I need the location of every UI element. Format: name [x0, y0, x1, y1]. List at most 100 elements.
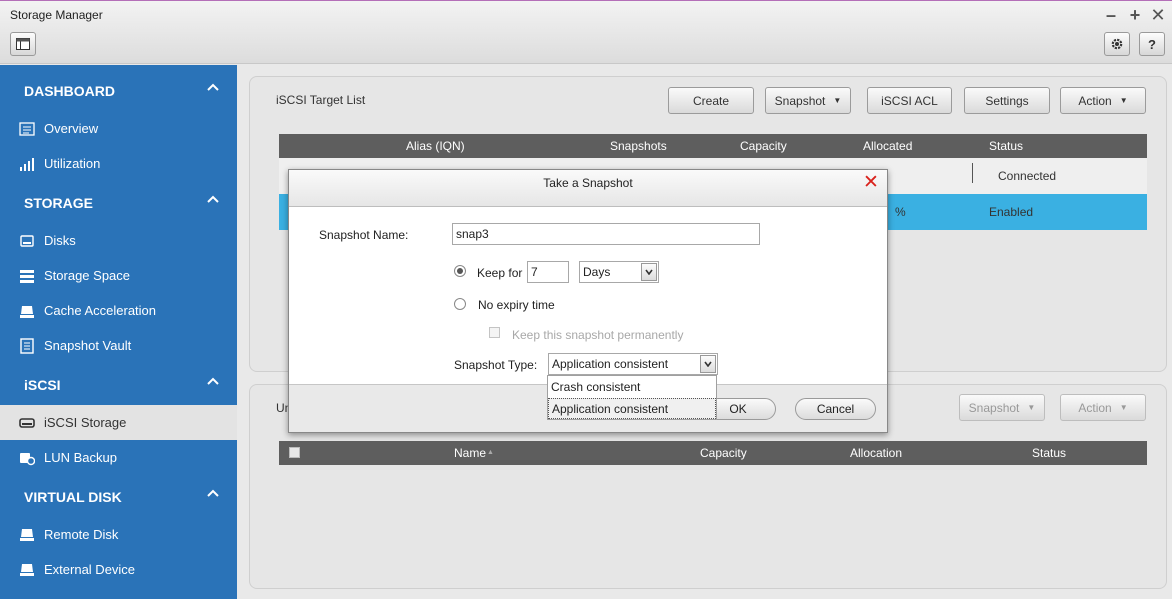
col-snapshots[interactable]: Snapshots [610, 139, 667, 153]
app-title: Storage Manager [10, 8, 103, 22]
col-capacity[interactable]: Capacity [700, 446, 747, 460]
col-status[interactable]: Status [989, 139, 1023, 153]
option-application-consistent[interactable]: Application consistent [548, 398, 716, 419]
cancel-button[interactable]: Cancel [795, 398, 876, 420]
sidebar-item-utilization[interactable]: Utilization [0, 146, 237, 181]
keep-for-input[interactable] [527, 261, 569, 283]
section-virtual-disk[interactable]: VIRTUAL DISK [0, 479, 237, 515]
dialog-title: Take a Snapshot [543, 176, 633, 190]
sort-asc-icon: ▲ [487, 449, 494, 456]
section-dashboard[interactable]: DASHBOARD [0, 73, 237, 109]
sidebar-item-lun-backup[interactable]: LUN Backup [0, 440, 237, 475]
gear-icon [1111, 38, 1123, 50]
select-all-checkbox[interactable] [289, 447, 300, 458]
chevron-down-icon [700, 355, 716, 373]
col-allocated[interactable]: Allocated [863, 139, 912, 153]
backup-icon [20, 453, 35, 466]
row-status: Enabled [989, 205, 1034, 219]
settings-tab-button[interactable]: Settings [964, 87, 1050, 114]
row-status: Connected [998, 169, 1057, 183]
action-button[interactable]: Action ▼ [1060, 87, 1146, 114]
iscsi-storage-icon [19, 418, 35, 428]
sidebar-item-disks[interactable]: Disks [0, 223, 237, 258]
sidebar-item-remote-disk[interactable]: Remote Disk [0, 517, 237, 552]
keep-for-radio[interactable] [454, 265, 466, 277]
help-icon: ? [1148, 36, 1156, 52]
panel-title: iSCSI Target List [276, 93, 366, 107]
sidebar-item-snapshot-vault[interactable]: Snapshot Vault [0, 328, 237, 363]
sidebar-item-label: Storage Space [44, 268, 131, 283]
keep-unit-select[interactable]: Days [579, 261, 659, 283]
snapshot-type-dropdown: Crash consistent Application consistent [547, 375, 717, 420]
caret-down-icon: ▼ [1119, 403, 1128, 412]
chevron-up-icon [207, 195, 219, 203]
cache-icon [20, 306, 34, 318]
sidebar-item-iscsi-storage[interactable]: iSCSI Storage [0, 405, 237, 440]
lun-table-header: Name ▲ Capacity Allocation Status [279, 441, 1147, 465]
vault-icon [20, 338, 34, 354]
section-title: DASHBOARD [24, 83, 115, 99]
iscsi-acl-button[interactable]: iSCSI ACL [867, 87, 952, 114]
bar-chart-icon [20, 158, 34, 171]
layout-toggle-button[interactable] [10, 32, 36, 56]
maximize-icon[interactable]: + [1126, 5, 1144, 26]
sidebar-item-label: LUN Backup [44, 450, 117, 465]
disk-icon [20, 235, 34, 247]
external-device-icon [20, 564, 34, 576]
col-alias[interactable]: Alias (IQN) [406, 139, 465, 153]
section-title: VIRTUAL DISK [24, 489, 122, 505]
keep-for-label: Keep for [477, 266, 523, 280]
row-allocated: % [895, 205, 906, 219]
keep-permanently-label: Keep this snapshot permanently [512, 328, 684, 342]
close-icon[interactable]: ✕ [863, 171, 879, 194]
chevron-up-icon [207, 377, 219, 385]
sidebar-item-label: Overview [44, 121, 99, 136]
lun-action-button[interactable]: Action ▼ [1060, 394, 1146, 421]
help-button[interactable]: ? [1139, 32, 1165, 56]
sidebar-item-label: Remote Disk [44, 527, 119, 542]
section-iscsi[interactable]: iSCSI [0, 367, 237, 403]
snapshot-type-label: Snapshot Type: [454, 358, 538, 372]
option-crash-consistent[interactable]: Crash consistent [548, 377, 716, 398]
sidebar-item-label: Disks [44, 233, 76, 248]
snapshot-name-label: Snapshot Name: [319, 228, 409, 242]
col-status[interactable]: Status [1032, 446, 1066, 460]
sidebar-item-label: Utilization [44, 156, 101, 171]
chevron-down-icon [641, 263, 657, 281]
col-allocation[interactable]: Allocation [850, 446, 902, 460]
sidebar: DASHBOARD Overview Utilization STORAGE D… [0, 65, 237, 599]
snapshot-name-input[interactable] [452, 223, 760, 245]
caret-down-icon: ▼ [1119, 96, 1128, 105]
sidebar-item-external-device[interactable]: External Device [0, 552, 237, 587]
sidebar-item-storage-space[interactable]: Storage Space [0, 258, 237, 293]
create-button[interactable]: Create [668, 87, 754, 114]
sidebar-item-label: Snapshot Vault [44, 338, 132, 353]
sidebar-item-overview[interactable]: Overview [0, 111, 237, 146]
list-icon [19, 122, 35, 136]
close-window-icon[interactable]: ✕ [1149, 5, 1167, 26]
snapshot-type-value: Application consistent [552, 357, 669, 371]
no-expiry-radio[interactable] [454, 298, 466, 310]
sidebar-item-label: iSCSI Storage [44, 415, 127, 430]
dialog-header: Take a Snapshot ✕ [289, 170, 887, 207]
remote-disk-icon [20, 529, 34, 541]
chevron-up-icon [207, 83, 219, 91]
minimize-icon[interactable]: – [1102, 5, 1120, 26]
lun-snapshot-button[interactable]: Snapshot ▼ [959, 394, 1045, 421]
settings-button[interactable] [1104, 32, 1130, 56]
snapshot-button[interactable]: Snapshot ▼ [765, 87, 851, 114]
sidebar-item-label: External Device [44, 562, 136, 577]
section-title: iSCSI [24, 377, 61, 393]
sidebar-item-cache-acceleration[interactable]: Cache Acceleration [0, 293, 237, 328]
col-name[interactable]: Name [454, 446, 486, 460]
section-storage[interactable]: STORAGE [0, 185, 237, 221]
caret-down-icon: ▼ [833, 96, 842, 105]
chevron-up-icon [207, 489, 219, 497]
snapshot-type-select[interactable]: Application consistent [548, 353, 718, 375]
section-title: STORAGE [24, 195, 93, 211]
sidebar-item-label: Cache Acceleration [44, 303, 157, 318]
storage-space-icon [20, 270, 34, 283]
keep-permanently-checkbox[interactable] [489, 327, 500, 338]
col-capacity[interactable]: Capacity [740, 139, 787, 153]
title-bar: Storage Manager – + ✕ ? [0, 0, 1172, 64]
